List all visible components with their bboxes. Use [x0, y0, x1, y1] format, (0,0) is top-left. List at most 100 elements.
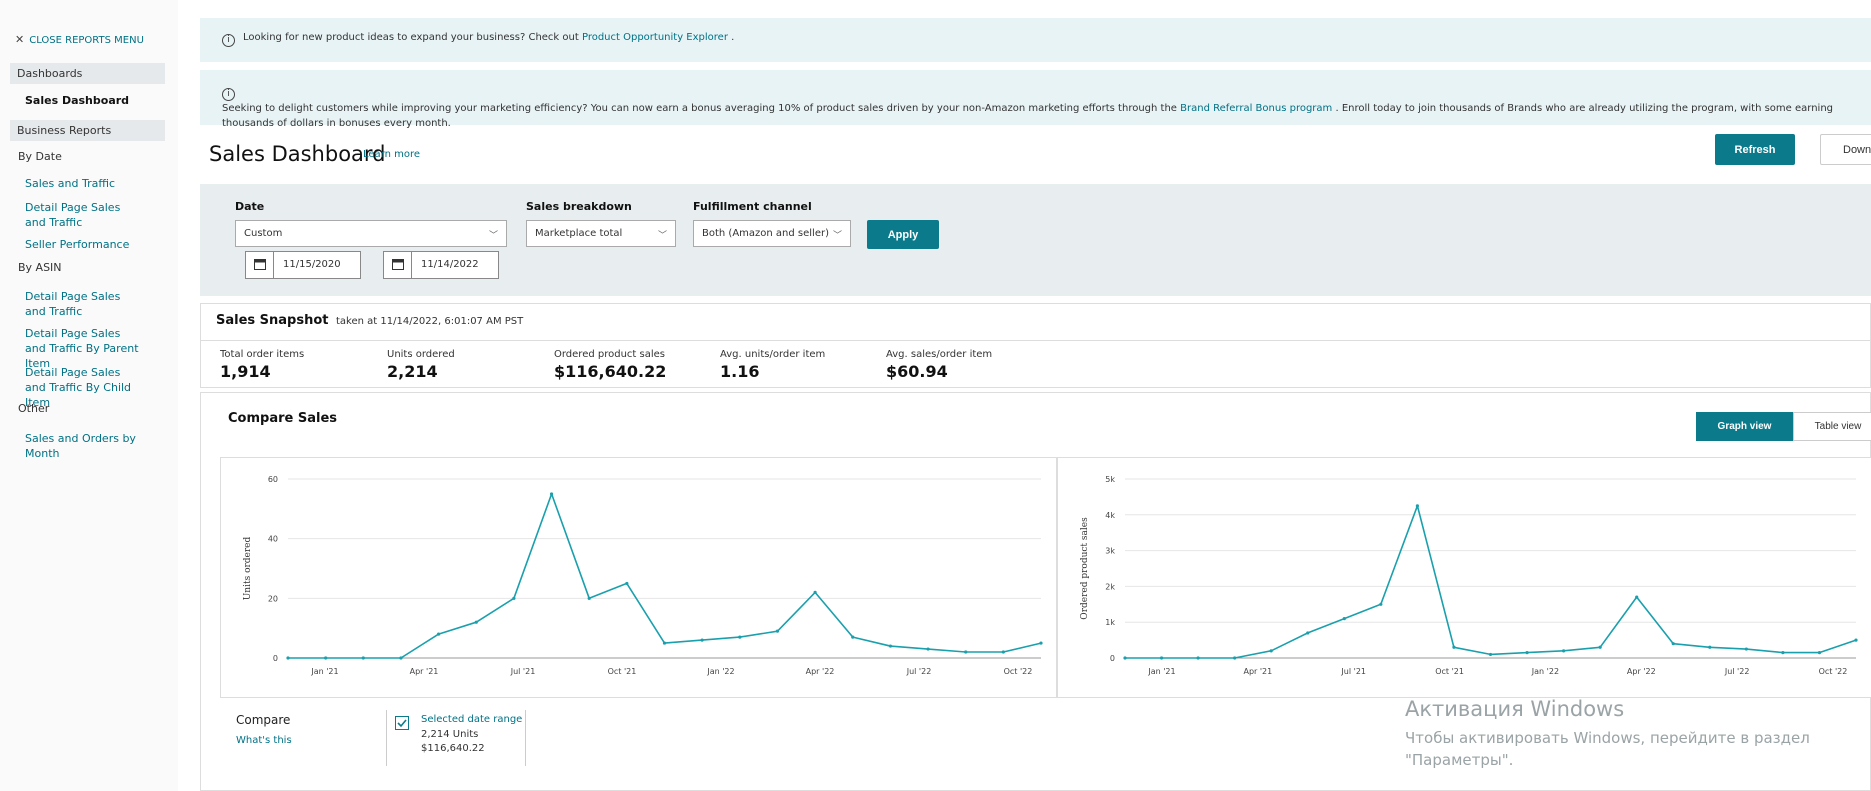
sidebar-item-sales-dashboard[interactable]: Sales Dashboard — [25, 94, 129, 107]
banner-2-text: Seeking to delight customers while impro… — [222, 103, 1177, 114]
sales-breakdown-value: Marketplace total — [535, 228, 623, 239]
data-point — [286, 656, 290, 660]
y-tick-label: 1k — [1105, 618, 1115, 627]
apply-button[interactable]: Apply — [867, 220, 939, 249]
sidebar-item-sales-and-orders-by-month[interactable]: Sales and Orders by Month — [25, 431, 143, 461]
info-banner-brand-referral: i Seeking to delight customers while impr… — [200, 70, 1871, 129]
selected-date-range-checkbox[interactable] — [395, 716, 409, 730]
data-point — [1123, 656, 1127, 660]
reports-sidebar: ✕ CLOSE REPORTS MENU Dashboards Sales Das… — [0, 0, 178, 791]
whats-this-link[interactable]: What's this — [236, 735, 292, 746]
divider — [201, 340, 1870, 341]
x-tick-label: Jan '21 — [1147, 667, 1175, 676]
data-point — [1196, 656, 1200, 660]
banner-1-end: . — [731, 32, 735, 43]
sidebar-item-seller-performance[interactable]: Seller Performance — [25, 237, 143, 252]
product-opportunity-explorer-link[interactable]: Product Opportunity Explorer — [582, 32, 728, 43]
banner-1-text: Looking for new product ideas to expand … — [243, 32, 579, 43]
data-point — [587, 596, 591, 600]
data-point — [1306, 631, 1310, 635]
data-point — [625, 581, 629, 586]
sidebar-item-asin-detail-page-sales-and-traffic[interactable]: Detail Page Sales and Traffic — [25, 289, 143, 319]
info-icon: i — [222, 88, 235, 101]
y-tick-label: 0 — [273, 654, 278, 663]
refresh-button[interactable]: Refresh — [1715, 134, 1795, 165]
data-point — [926, 647, 930, 651]
data-point — [399, 656, 403, 660]
calendar-icon[interactable] — [384, 252, 412, 278]
chevron-down-icon: ﹀ — [488, 231, 498, 241]
metric-value: $116,640.22 — [554, 362, 667, 381]
data-point — [1598, 645, 1602, 649]
brand-referral-bonus-link[interactable]: Brand Referral Bonus program — [1180, 103, 1332, 114]
sidebar-category-by-asin: By ASIN — [18, 261, 62, 274]
x-tick-label: Oct '22 — [1819, 667, 1848, 676]
data-point — [1039, 641, 1043, 645]
table-view-button[interactable]: Table view — [1793, 412, 1871, 441]
filter-panel: Date Custom ﹀ Sales breakdown Marketplace… — [200, 184, 1871, 296]
data-point — [1708, 645, 1712, 649]
data-point — [1671, 642, 1675, 646]
data-point — [1562, 649, 1566, 653]
x-tick-label: Jan '21 — [310, 667, 338, 676]
end-date-field[interactable]: 11/14/2022 — [383, 251, 499, 279]
data-point — [851, 635, 855, 639]
data-point — [1233, 656, 1237, 660]
data-point — [1488, 652, 1493, 657]
page-title: Sales Dashboard — [209, 142, 386, 166]
metric-total-order-items: Total order items 1,914 — [220, 349, 304, 381]
chevron-down-icon: ﹀ — [657, 231, 667, 241]
sidebar-category-other: Other — [18, 402, 50, 415]
data-point — [700, 638, 704, 642]
calendar-icon[interactable] — [246, 252, 274, 278]
x-tick-label: Jan '22 — [706, 667, 734, 676]
data-point — [1635, 595, 1639, 599]
metric-label: Ordered product sales — [554, 349, 665, 360]
sidebar-item-sales-and-traffic[interactable]: Sales and Traffic — [25, 176, 143, 191]
start-date-field[interactable]: 11/15/2020 — [245, 251, 361, 279]
x-tick-label: Apr '21 — [1243, 667, 1272, 676]
data-point — [1342, 617, 1346, 621]
fulfillment-channel-select[interactable]: Both (Amazon and seller) ﹀ — [693, 220, 851, 247]
x-tick-label: Jul '22 — [1724, 667, 1750, 676]
data-point — [1159, 656, 1164, 660]
y-tick-label: 2k — [1105, 582, 1115, 591]
sidebar-category-by-date: By Date — [18, 150, 62, 163]
selected-date-range-label: Selected date range — [421, 714, 523, 725]
data-point — [1781, 651, 1785, 655]
sales-snapshot-panel: Sales Snapshot taken at 11/14/2022, 6:01… — [200, 303, 1871, 388]
metric-label: Total order items — [220, 349, 305, 360]
y-tick-label: 40 — [268, 535, 278, 544]
metric-label: Units ordered — [387, 349, 455, 360]
close-reports-menu-button[interactable]: ✕ CLOSE REPORTS MENU — [15, 33, 144, 46]
data-point — [474, 620, 478, 624]
info-banner-product-opportunity: i Looking for new product ideas to expand… — [200, 18, 1871, 62]
x-tick-label: Apr '22 — [806, 667, 835, 676]
data-point — [662, 641, 667, 645]
data-point — [775, 629, 780, 633]
x-tick-label: Apr '22 — [1627, 667, 1656, 676]
watermark-title: Активация Windows — [1405, 697, 1625, 721]
x-tick-label: Apr '21 — [410, 667, 439, 676]
graph-view-button[interactable]: Graph view — [1696, 412, 1793, 441]
sales-snapshot-title: Sales Snapshot — [216, 313, 329, 328]
learn-more-link[interactable]: Learn more — [363, 149, 420, 160]
sidebar-group-business-reports: Business Reports — [10, 120, 165, 141]
data-point — [813, 590, 817, 594]
snapshot-timestamp: taken at 11/14/2022, 6:01:07 AM PST — [336, 316, 524, 327]
date-select[interactable]: Custom ﹀ — [235, 220, 507, 247]
download-button[interactable]: Download — [1820, 134, 1871, 165]
data-point — [1525, 651, 1529, 655]
y-tick-label: 0 — [1110, 654, 1115, 663]
data-point — [1854, 638, 1858, 642]
metric-avg-units-per-order-item: Avg. units/order item 1.16 — [720, 349, 825, 381]
ordered-product-sales-chart: 0 1k 2k 3k 4k 5k Jan '21 Apr '21 Jul '21 Oct '21 J… — [1057, 457, 1871, 698]
sales-breakdown-select[interactable]: Marketplace total ﹀ — [526, 220, 676, 247]
metric-value: $60.94 — [886, 362, 948, 381]
metric-label: Avg. sales/order item — [886, 349, 993, 360]
series-line — [288, 493, 1042, 659]
sidebar-item-detail-page-sales-and-traffic[interactable]: Detail Page Sales and Traffic — [25, 200, 143, 230]
x-tick-label: Jan '22 — [1531, 667, 1559, 676]
selected-date-range-legend: Selected date range 2,214 Units $116,640… — [386, 710, 526, 766]
metric-label: Avg. units/order item — [720, 349, 826, 360]
